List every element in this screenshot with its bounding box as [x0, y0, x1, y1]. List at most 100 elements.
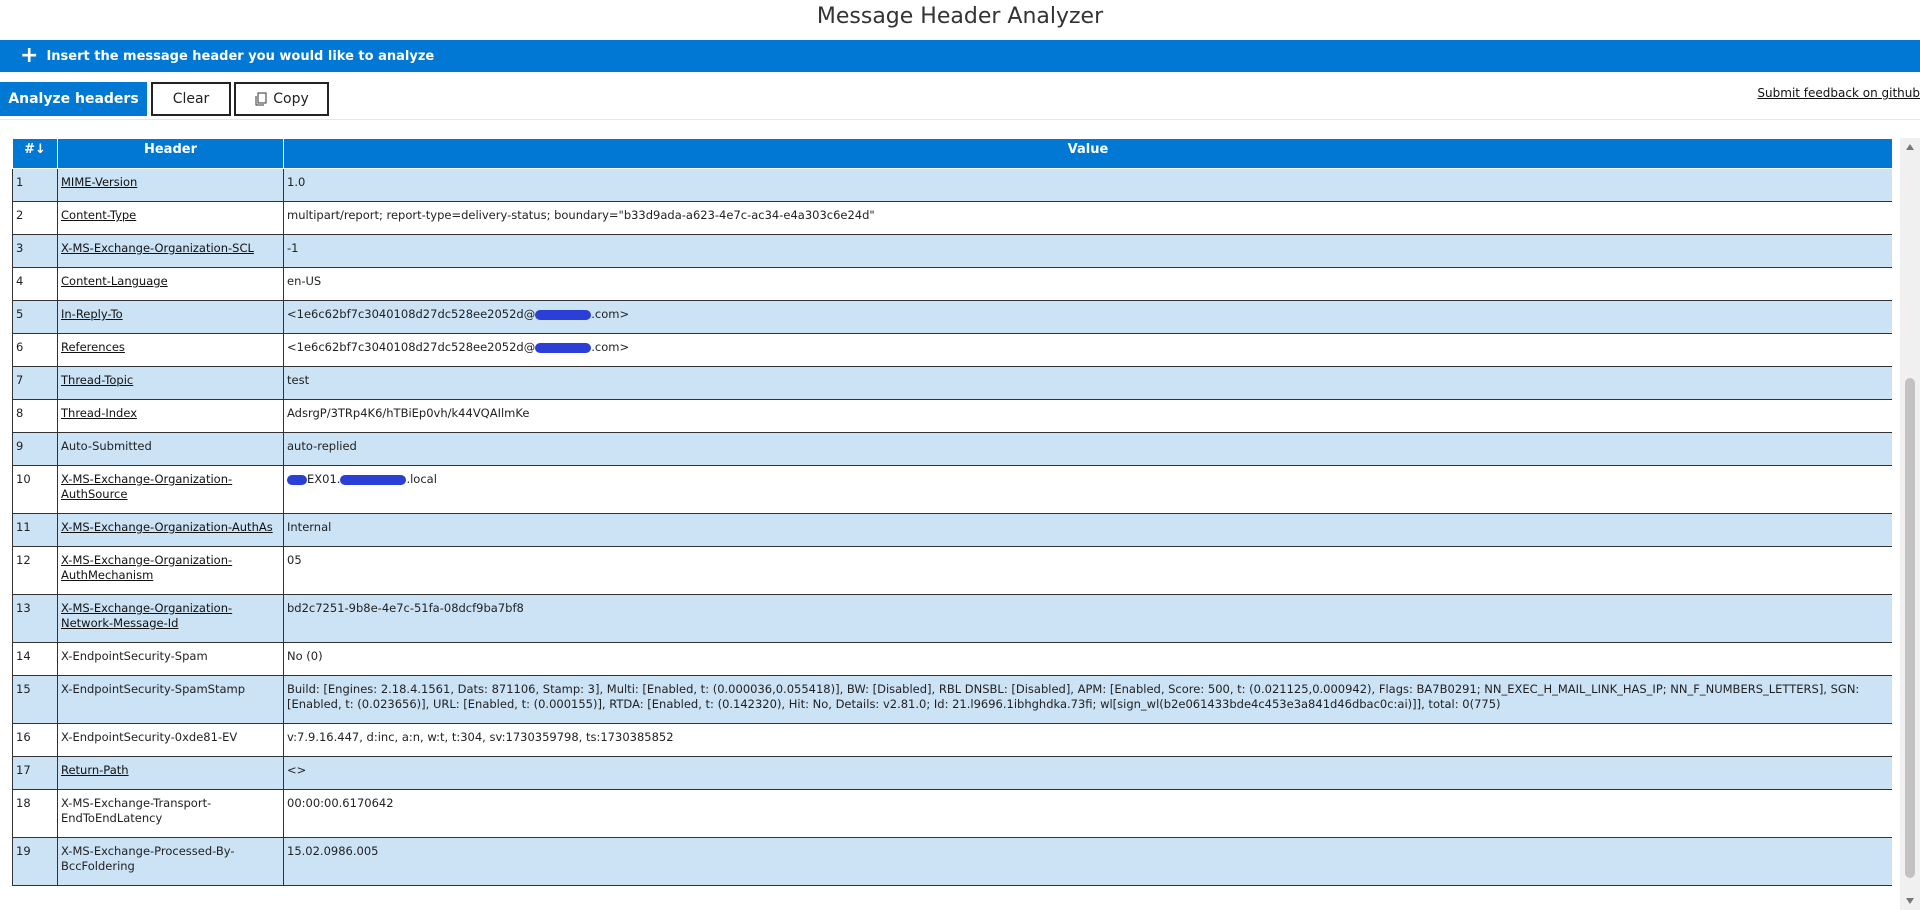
table-row: 18 X-MS-Exchange-Transport-EndToEndLatenc… [12, 789, 1892, 838]
header-cell: MIME-Version [57, 168, 284, 202]
scroll-thumb[interactable] [1905, 378, 1915, 878]
redaction-mark [287, 474, 307, 485]
value-cell: <> [283, 756, 1892, 790]
header-name-link[interactable]: Thread-Index [61, 406, 137, 420]
value-cell: multipart/report; report-type=delivery-s… [283, 201, 1892, 235]
clear-button[interactable]: Clear [151, 82, 231, 116]
table-row: 2 Content-Type multipart/report; report-ty… [12, 201, 1892, 235]
row-number: 1 [12, 168, 58, 202]
header-cell: X-EndpointSecurity-Spam [57, 642, 284, 676]
table-row: 10 X-MS-Exchange-Organization-AuthSource E… [12, 465, 1892, 514]
value-text: auto-replied [287, 439, 357, 453]
table-row: 15 X-EndpointSecurity-SpamStamp Build: [En… [12, 675, 1892, 724]
header-name-link[interactable]: X-MS-Exchange-Organization-AuthMechanism [61, 553, 232, 582]
header-cell: Thread-Index [57, 399, 284, 433]
header-name-link[interactable]: In-Reply-To [61, 307, 123, 321]
copy-icon [255, 92, 267, 106]
row-number: 11 [12, 513, 58, 547]
header-name-link[interactable]: X-MS-Exchange-Organization-SCL [61, 241, 254, 255]
value-text: Build: [Engines: 2.18.4.1561, Dats: 8711… [287, 682, 1860, 711]
table-header-row: #↓ Header Value [12, 138, 1892, 169]
header-name-link[interactable]: Return-Path [61, 763, 129, 777]
value-text: test [287, 373, 310, 387]
header-cell: Auto-Submitted [57, 432, 284, 466]
value-cell: Build: [Engines: 2.18.4.1561, Dats: 8711… [283, 675, 1892, 724]
row-number: 2 [12, 201, 58, 235]
header-name-link[interactable]: Thread-Topic [61, 373, 133, 387]
value-text: <1e6c62bf7c3040108d27dc528ee2052d@ [287, 340, 536, 354]
column-header-value[interactable]: Value [283, 138, 1892, 169]
table-row: 16 X-EndpointSecurity-0xde81-EV v:7.9.16.4… [12, 723, 1892, 757]
header-name: X-EndpointSecurity-SpamStamp [61, 682, 246, 696]
header-cell: X-MS-Exchange-Organization-AuthAs [57, 513, 284, 547]
header-cell: References [57, 333, 284, 367]
headers-table: #↓ Header Value 1 MIME-Version 1.0 2 Content… [12, 138, 1892, 886]
header-name-link[interactable]: X-MS-Exchange-Organization-AuthSource [61, 472, 232, 501]
header-cell: X-MS-Exchange-Organization-AuthMechanism [57, 546, 284, 595]
table-row: 7 Thread-Topic test [12, 366, 1892, 400]
scroll-up-arrow-icon[interactable] [1906, 144, 1914, 150]
row-number: 15 [12, 675, 58, 724]
value-text: v:7.9.16.447, d:inc, a:n, w:t, t:304, sv… [287, 730, 674, 744]
header-name-link[interactable]: References [61, 340, 125, 354]
table-row: 9 Auto-Submitted auto-replied [12, 432, 1892, 466]
insert-header-toggle[interactable]: + Insert the message header you would li… [0, 40, 1920, 72]
column-header-header[interactable]: Header [57, 138, 284, 169]
row-number: 4 [12, 267, 58, 301]
value-cell: en-US [283, 267, 1892, 301]
table-row: 4 Content-Language en-US [12, 267, 1892, 301]
value-cell: 1.0 [283, 168, 1892, 202]
copy-label: Copy [273, 91, 309, 107]
header-name: X-MS-Exchange-Processed-By-BccFoldering [61, 844, 235, 873]
scroll-down-arrow-icon[interactable] [1906, 898, 1914, 904]
row-number: 10 [12, 465, 58, 514]
value-text: EX01. [307, 472, 341, 486]
vertical-scrollbar[interactable] [1900, 138, 1920, 910]
redaction-mark [535, 342, 592, 353]
header-name-link[interactable]: X-MS-Exchange-Organization-Network-Messa… [61, 601, 232, 630]
analyze-headers-button[interactable]: Analyze headers [0, 82, 147, 116]
value-text: .com> [591, 307, 630, 321]
header-name-link[interactable]: MIME-Version [61, 175, 137, 189]
row-number: 17 [12, 756, 58, 790]
row-number: 9 [12, 432, 58, 466]
header-cell: Return-Path [57, 756, 284, 790]
header-name: X-EndpointSecurity-0xde81-EV [61, 730, 238, 744]
column-header-number[interactable]: #↓ [12, 138, 58, 169]
row-number: 14 [12, 642, 58, 676]
feedback-link[interactable]: Submit feedback on github [1757, 86, 1920, 100]
value-text: .local [406, 472, 437, 486]
plus-icon: + [20, 43, 39, 68]
value-text: Internal [287, 520, 332, 534]
value-text: 05 [287, 553, 302, 567]
value-text: en-US [287, 274, 322, 288]
value-cell: <1e6c62bf7c3040108d27dc528ee2052d@ .com> [283, 333, 1892, 367]
header-name: X-EndpointSecurity-Spam [61, 649, 208, 663]
header-cell: Thread-Topic [57, 366, 284, 400]
header-name-link[interactable]: Content-Language [61, 274, 168, 288]
value-text: 15.02.0986.005 [287, 844, 379, 858]
table-row: 1 MIME-Version 1.0 [12, 168, 1892, 202]
table-row: 8 Thread-Index AdsrgP/3TRp4K6/hTBiEp0vh/k4… [12, 399, 1892, 433]
value-cell: bd2c7251-9b8e-4e7c-51fa-08dcf9ba7bf8 [283, 594, 1892, 643]
value-cell: 00:00:00.6170642 [283, 789, 1892, 838]
value-cell: <1e6c62bf7c3040108d27dc528ee2052d@ .com> [283, 300, 1892, 334]
value-text: bd2c7251-9b8e-4e7c-51fa-08dcf9ba7bf8 [287, 601, 524, 615]
value-text: 1.0 [287, 175, 306, 189]
page-title: Message Header Analyzer [816, 4, 1104, 29]
toolbar: Analyze headers Clear Copy Submit feedba… [0, 72, 1920, 120]
copy-button[interactable]: Copy [234, 82, 329, 116]
value-text: AdsrgP/3TRp4K6/hTBiEp0vh/k44VQAIlmKe [287, 406, 530, 420]
table-row: 12 X-MS-Exchange-Organization-AuthMechani… [12, 546, 1892, 595]
value-text: .com> [591, 340, 630, 354]
header-cell: X-MS-Exchange-Organization-AuthSource [57, 465, 284, 514]
table-row: 17 Return-Path <> [12, 756, 1892, 790]
value-cell: 05 [283, 546, 1892, 595]
table-row: 5 In-Reply-To <1e6c62bf7c3040108d27dc528ee… [12, 300, 1892, 334]
header-name-link[interactable]: X-MS-Exchange-Organization-AuthAs [61, 520, 273, 534]
redaction-mark [340, 474, 407, 485]
header-name-link[interactable]: Content-Type [61, 208, 136, 222]
header-name: Auto-Submitted [61, 439, 152, 453]
value-cell: No (0) [283, 642, 1892, 676]
table-row: 14 X-EndpointSecurity-Spam No (0) [12, 642, 1892, 676]
